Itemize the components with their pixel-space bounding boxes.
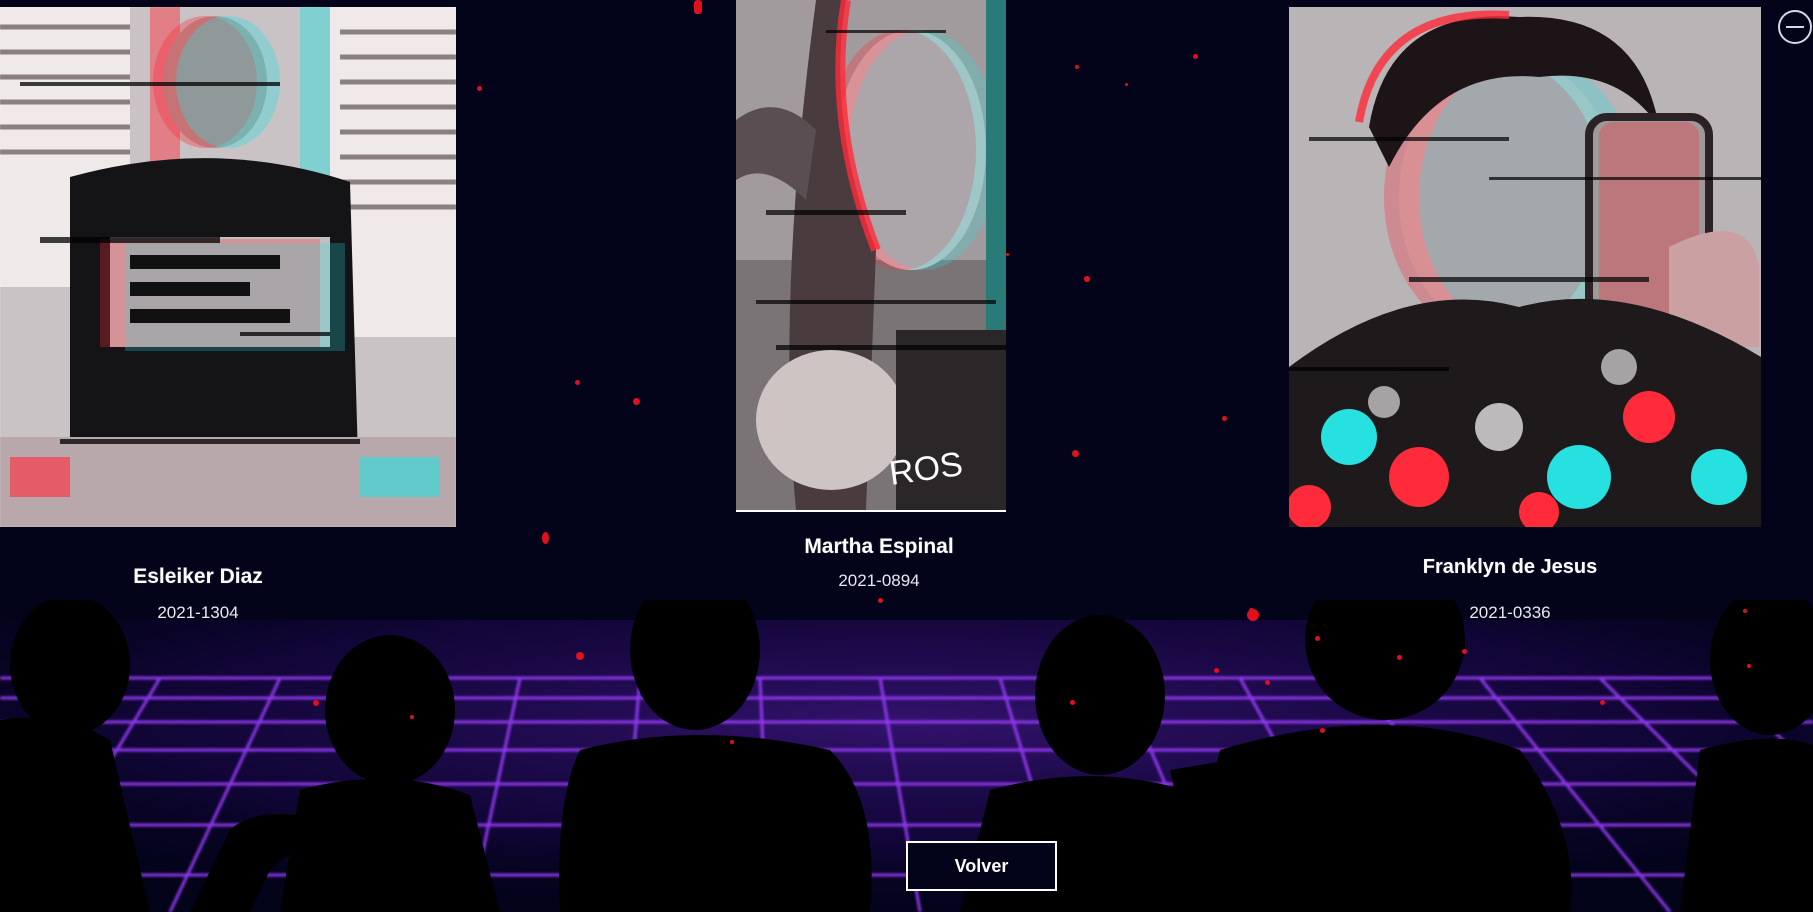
member-name: Franklyn de Jesus [1422, 556, 1598, 578]
portrait-photo-glitch [1289, 7, 1761, 527]
member-photo-martha: ROS [736, 0, 1006, 512]
member-name: Esleiker Diaz [133, 565, 263, 588]
member-id: 2021-0894 [838, 571, 920, 590]
member-id: 2021-1304 [157, 603, 239, 622]
minus-circle-icon[interactable] [1778, 10, 1812, 44]
team-page: ROS Esleiker Diaz 2021-1304 Martha Espin… [0, 0, 1813, 912]
member-name: Martha Espinal [804, 535, 954, 558]
portrait-photo-glitch: ROS [736, 0, 1006, 510]
portrait-photo-glitch [0, 7, 456, 527]
back-button[interactable]: Volver [906, 841, 1057, 891]
member-photo-franklyn [1289, 7, 1761, 527]
member-photo-esleiker [0, 7, 456, 527]
member-id: 2021-0336 [1469, 603, 1551, 622]
